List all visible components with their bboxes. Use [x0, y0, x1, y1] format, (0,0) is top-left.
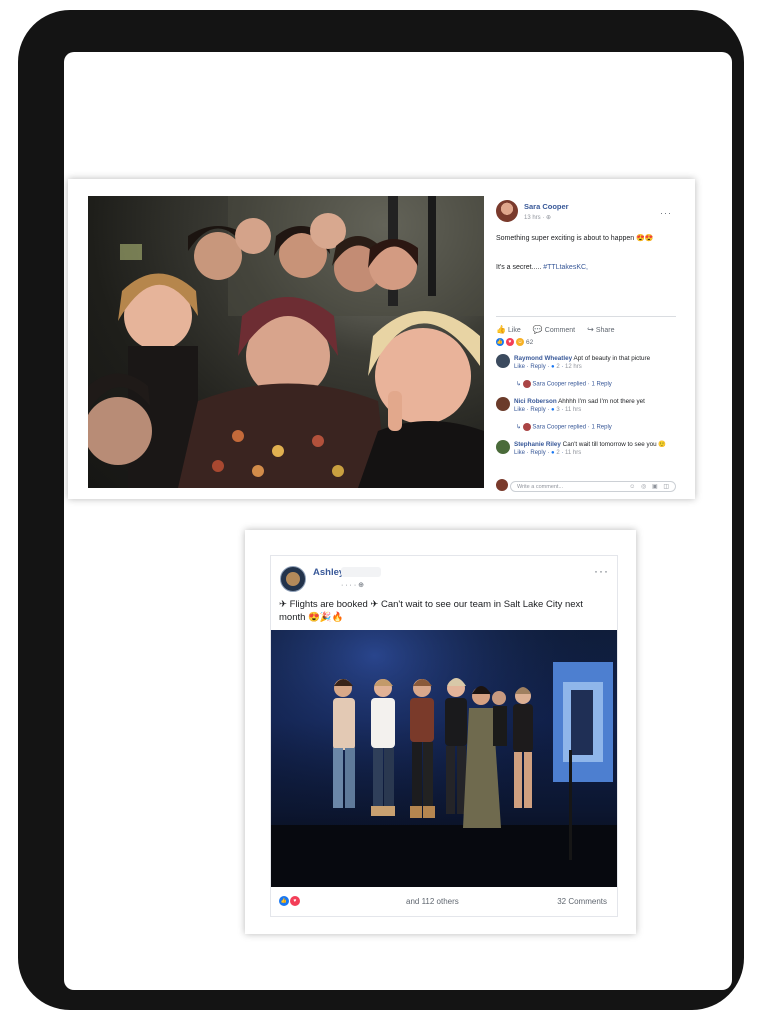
comment-button[interactable]: 💬 Comment	[533, 325, 575, 334]
comment: Nici Roberson Ahhhh I'm sad I'm not ther…	[514, 398, 674, 414]
share-icon: ↪	[587, 324, 594, 334]
action-bar: 👍 Like 💬 Comment ↪ Share	[496, 316, 676, 337]
post-side-panel: Sara Cooper 13 hrs · ⊕ ··· Something sup…	[492, 196, 680, 492]
like-reaction-icon: ●	[551, 364, 555, 370]
replier-avatar	[522, 423, 531, 431]
post-text-secret: It's a secret..... #TTLtakesKC,	[496, 264, 588, 271]
post-text: ✈ Flights are booked ✈ Can't wait to see…	[279, 599, 583, 623]
love-reaction-icon: ♥	[290, 896, 300, 906]
comment-count[interactable]: 32 Comments	[557, 897, 607, 906]
post-photo-stage-group[interactable]	[271, 630, 617, 887]
haha-reaction-icon: ☺	[516, 338, 524, 346]
author-avatar[interactable]	[496, 200, 518, 222]
post-photo-group-selfie[interactable]	[88, 196, 484, 488]
post-header: Sara Cooper 13 hrs · ⊕ ···	[496, 200, 676, 228]
current-user-avatar	[496, 479, 508, 491]
like-reaction-icon: ●	[551, 450, 555, 456]
reply-thread[interactable]: ↳ Sara Cooper replied · 1 Reply	[516, 380, 612, 388]
facebook-post-card-screenshot: Ashley · · · · ⊕ ··· ✈ Flights are booke…	[245, 530, 636, 934]
post-text: Something super exciting is about to hap…	[496, 235, 654, 242]
share-button[interactable]: ↪ Share	[587, 325, 614, 334]
comment: Raymond Wheatley Apt of beauty in that p…	[514, 355, 674, 371]
more-options-icon[interactable]: ···	[594, 564, 609, 578]
reaction-icons[interactable]: 👍 ♥	[279, 896, 300, 906]
post-card: Ashley · · · · ⊕ ··· ✈ Flights are booke…	[270, 555, 618, 917]
comment-icon: 💬	[532, 324, 543, 334]
comment-attachment-icons[interactable]: ☺ ◎ ▣ ◫	[629, 482, 671, 493]
facebook-post-card: Sara Cooper 13 hrs · ⊕ ··· Something sup…	[68, 179, 695, 499]
hashtag-link[interactable]: #TTLtakesKC,	[543, 264, 588, 271]
redacted-name	[341, 567, 381, 577]
author-name[interactable]: Sara Cooper	[524, 202, 569, 211]
comment-actions: Like · Reply · ● 3 · 11 hrs	[514, 407, 582, 413]
like-button[interactable]: 👍 Like	[496, 325, 521, 334]
post-timestamp[interactable]: · · · · ⊕	[341, 581, 364, 589]
reply-thread[interactable]: ↳ Sara Cooper replied · 1 Reply	[516, 423, 612, 431]
author-avatar[interactable]	[280, 566, 306, 592]
replier-avatar	[522, 380, 531, 388]
like-reaction-icon: 👍	[279, 896, 289, 906]
reaction-count-text[interactable]: and 112 others	[406, 897, 459, 906]
reaction-summary[interactable]: 👍 ♥ ☺ 62	[496, 338, 533, 346]
author-name[interactable]: Ashley	[313, 567, 344, 578]
more-options-icon[interactable]: ···	[660, 208, 672, 218]
like-reaction-icon: 👍	[496, 338, 504, 346]
like-reaction-icon: ●	[551, 407, 555, 413]
love-reaction-icon: ♥	[506, 338, 514, 346]
commenter-avatar[interactable]	[496, 354, 510, 368]
thumbs-up-icon: 👍	[496, 324, 506, 334]
comment-actions: Like · Reply · ● 2 · 11 hrs	[514, 450, 582, 456]
comment-actions: Like · Reply · ● 2 · 12 hrs	[514, 364, 582, 370]
post-timestamp[interactable]: 13 hrs · ⊕	[524, 214, 551, 221]
globe-icon: ⊕	[546, 215, 552, 221]
commenter-avatar[interactable]	[496, 397, 510, 411]
comment: Stephanie Riley Can't wait till tomorrow…	[514, 441, 674, 457]
write-comment-input[interactable]: Write a comment... ☺ ◎ ▣ ◫	[510, 481, 676, 492]
post-footer: 👍 ♥ and 112 others 32 Comments	[271, 887, 617, 916]
commenter-avatar[interactable]	[496, 440, 510, 454]
